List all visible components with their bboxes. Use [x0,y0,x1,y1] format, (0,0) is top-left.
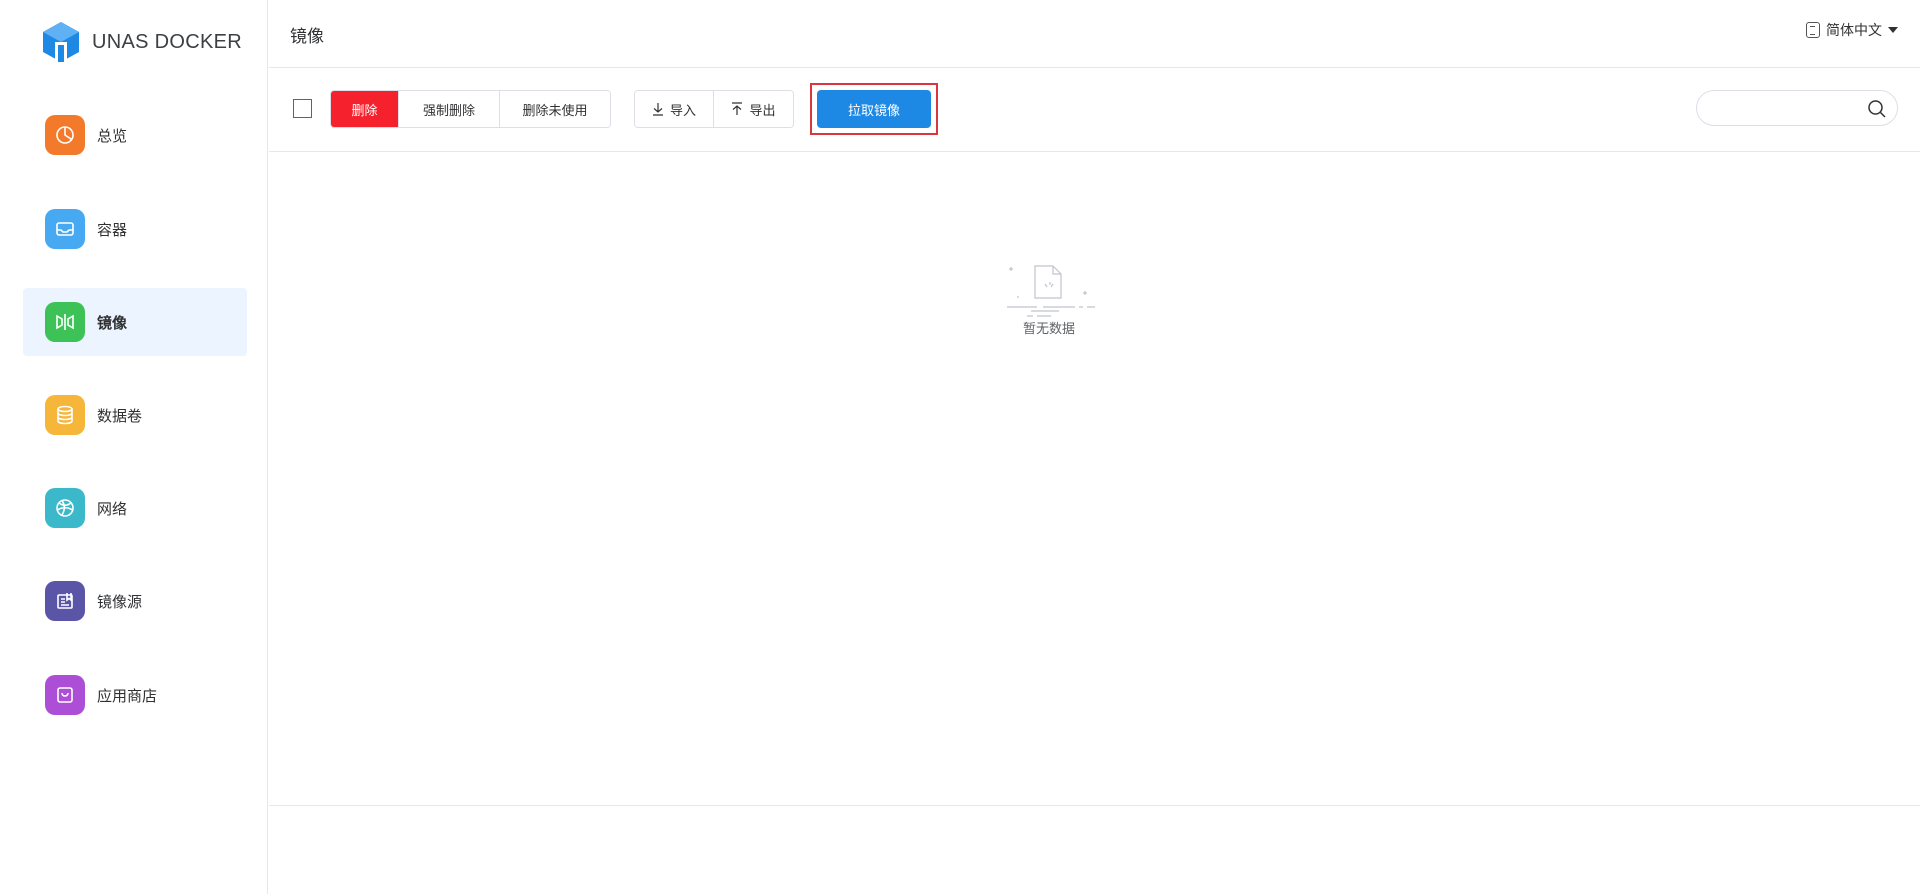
delete-button-group: 删除 强制删除 删除未使用 [330,90,611,128]
container-icon [45,209,85,249]
registry-icon [45,581,85,621]
download-icon [652,103,663,116]
empty-document-icon [1007,265,1095,317]
sidebar-item-label: 容器 [97,220,128,239]
toolbar: 删除 强制删除 删除未使用 导入 导出 拉取镜像 [269,68,1920,152]
database-icon [45,395,85,435]
sidebar-item-app-store[interactable]: 应用商店 [23,661,247,729]
language-label: 简体中文 [1826,23,1882,39]
search-input[interactable] [1711,97,1865,121]
caret-down-icon [1888,27,1898,33]
app-name: UNAS DOCKER [92,30,242,53]
select-all-checkbox[interactable] [293,99,312,118]
sidebar-item-volumes[interactable]: 数据卷 [23,381,247,449]
store-icon [45,675,85,715]
search-icon[interactable] [1867,99,1887,119]
delete-button[interactable]: 删除 [331,91,398,127]
network-icon [45,488,85,528]
page-title: 镜像 [290,27,324,47]
highlight-box: 拉取镜像 [810,83,938,135]
search-box [1696,90,1898,126]
image-list-area: 暂无数据 [269,152,1920,806]
import-button[interactable]: 导入 [635,91,713,127]
sidebar-item-label: 数据卷 [97,406,143,425]
sidebar-item-label: 应用商店 [97,686,158,705]
sidebar-item-overview[interactable]: 总览 [23,101,247,169]
sidebar-item-images[interactable]: 镜像 [23,288,247,356]
empty-state: 暂无数据 [984,262,1114,337]
sidebar-item-containers[interactable]: 容器 [23,195,247,263]
sidebar-item-label: 总览 [97,126,128,145]
sidebar-item-registry[interactable]: 镜像源 [23,567,247,635]
sidebar-item-label: 网络 [97,499,128,518]
language-selector[interactable]: 简体中文 [1806,20,1898,40]
export-label: 导出 [749,103,776,119]
import-label: 导入 [669,103,696,119]
import-export-group: 导入 导出 [634,90,794,128]
dashboard-icon [45,115,85,155]
delete-unused-button[interactable]: 删除未使用 [499,91,610,127]
export-button[interactable]: 导出 [713,91,793,127]
force-delete-button[interactable]: 强制删除 [398,91,499,127]
sidebar-item-network[interactable]: 网络 [23,474,247,542]
app-logo: UNAS DOCKER [40,20,242,64]
unas-logo-icon [43,22,79,62]
language-icon [1806,22,1820,38]
image-icon [45,302,85,342]
upload-icon [732,102,743,115]
empty-state-text: 暂无数据 [1022,322,1075,337]
sidebar-item-label: 镜像 [97,313,128,332]
sidebar: UNAS DOCKER 总览 容器 镜像 数据卷 网络 镜像源 应用商店 [0,0,268,894]
sidebar-item-label: 镜像源 [97,592,143,611]
page-header: 镜像 简体中文 [269,0,1920,68]
pull-image-button[interactable]: 拉取镜像 [817,90,931,128]
